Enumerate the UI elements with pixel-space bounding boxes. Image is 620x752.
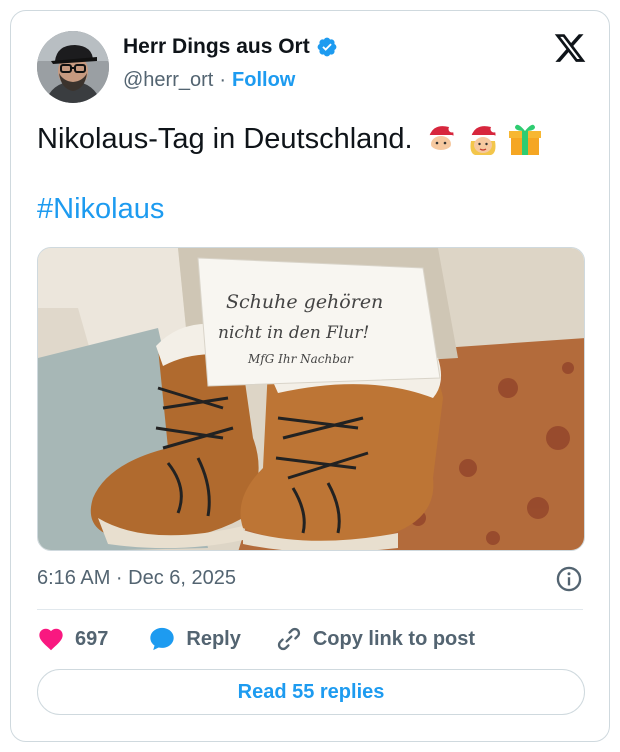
reply-bubble-icon bbox=[150, 627, 175, 651]
avatar[interactable] bbox=[37, 31, 109, 103]
hashtag-link[interactable]: #Nikolaus bbox=[37, 193, 164, 226]
copy-link-button[interactable]: Copy link to post bbox=[275, 625, 475, 653]
note-line-2: nicht in den Flur! bbox=[218, 323, 369, 343]
note-line-3: MfG Ihr Nachbar bbox=[247, 352, 354, 366]
note-line-1: Schuhe gehören bbox=[226, 291, 383, 313]
mrs-claus-emoji-icon bbox=[469, 125, 498, 155]
separator-dot: · bbox=[219, 69, 227, 91]
author-name-row: Herr Dings aus Ort bbox=[123, 35, 338, 59]
read-replies-button[interactable]: Read 55 replies bbox=[37, 669, 585, 715]
tweet-photo[interactable]: Schuhe gehören nicht in den Flur! MfG Ih… bbox=[37, 247, 585, 551]
author-handle[interactable]: @herr_ort bbox=[123, 69, 213, 92]
like-count: 697 bbox=[75, 627, 109, 650]
tweet-card: Herr Dings aus Ort @herr_ort · Follow Ni… bbox=[10, 10, 610, 742]
x-logo-icon[interactable] bbox=[553, 31, 587, 65]
santa-emoji-icon bbox=[427, 125, 456, 156]
like-button[interactable]: 697 bbox=[37, 625, 108, 653]
reply-label: Reply bbox=[186, 627, 241, 650]
tweet-text-row: Nikolaus-Tag in Deutschland. bbox=[37, 121, 543, 157]
tweet-timestamp[interactable]: 6:16 AM · Dec 6, 2025 bbox=[37, 567, 236, 590]
follow-button[interactable]: Follow bbox=[232, 69, 295, 92]
divider bbox=[37, 609, 583, 610]
copy-link-label: Copy link to post bbox=[312, 627, 476, 650]
link-icon bbox=[277, 627, 300, 651]
tweet-text: Nikolaus-Tag in Deutschland. bbox=[37, 122, 413, 155]
handle-row: @herr_ort · Follow bbox=[123, 69, 295, 92]
verified-badge-icon bbox=[316, 36, 338, 58]
emoji-row bbox=[423, 121, 543, 157]
reply-button[interactable]: Reply bbox=[148, 625, 241, 653]
info-icon[interactable] bbox=[555, 565, 583, 593]
author-name[interactable]: Herr Dings aus Ort bbox=[123, 35, 310, 59]
action-bar: 697 Reply Copy link to post bbox=[37, 623, 475, 655]
heart-icon bbox=[39, 628, 63, 651]
gift-emoji-icon bbox=[508, 124, 541, 155]
